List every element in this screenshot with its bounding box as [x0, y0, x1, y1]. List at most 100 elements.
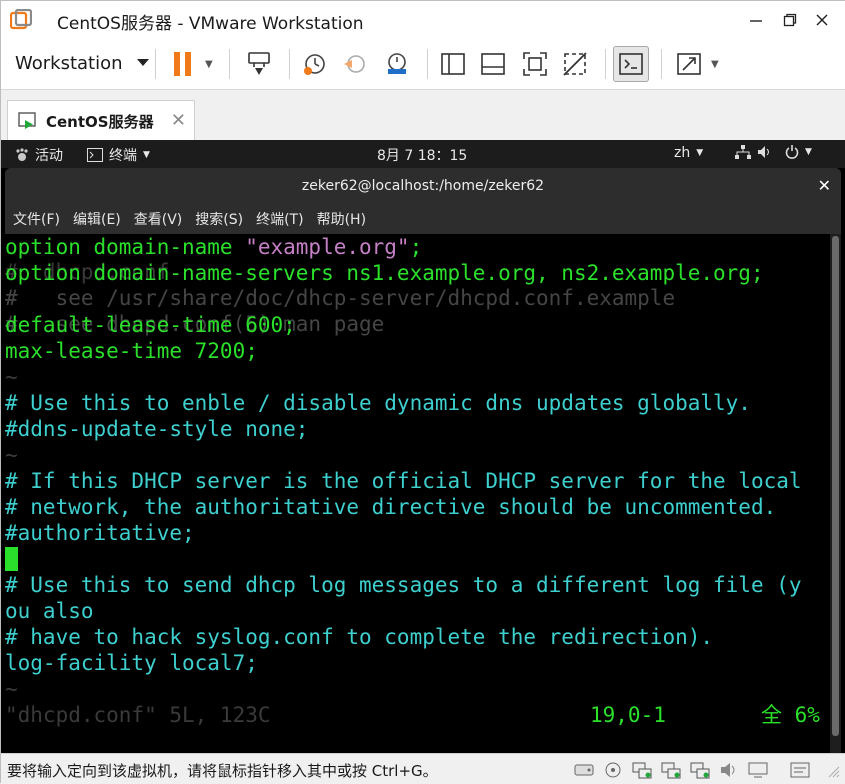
code-line: max-lease-time 7200; [5, 339, 258, 363]
usb-device-icon[interactable] [689, 761, 711, 779]
activities-label: 活动 [35, 148, 63, 164]
window-title: CentOS服务器 - VMware Workstation [57, 14, 364, 34]
menu-view[interactable]: 查看(V) [134, 209, 183, 229]
unity-button[interactable] [557, 46, 593, 82]
pause-button[interactable] [165, 46, 201, 82]
code-text: ; [409, 235, 423, 259]
comment-line: # have to hack syslog.conf to complete t… [5, 625, 714, 649]
chevron-down-icon: ▼ [805, 147, 812, 157]
toolbar-divider [605, 49, 606, 79]
cd-drive-icon[interactable] [602, 761, 624, 779]
maximize-button[interactable] [777, 7, 803, 33]
pause-icon [174, 52, 191, 76]
console-view-button[interactable] [613, 46, 649, 82]
activities-button[interactable]: 活动 [15, 145, 63, 165]
vmware-logo-icon [10, 9, 32, 30]
comment-line: # network, the authoritative directive s… [5, 495, 777, 519]
code-string: "example.org" [245, 235, 410, 259]
close-icon[interactable]: ✕ [818, 168, 831, 204]
terminal-icon [619, 53, 643, 75]
message-icon[interactable] [789, 761, 811, 779]
language-label: zh [674, 145, 691, 161]
vm-running-icon [18, 112, 36, 129]
guest-display[interactable]: 活动 终端 ▼ 8月 7 18：15 zh ▼ ▼ zeker62@localh… [1, 140, 845, 753]
volume-icon [758, 146, 769, 158]
workstation-menu-label: Workstation [15, 52, 123, 74]
menu-edit[interactable]: 编辑(E) [73, 209, 121, 229]
menu-file[interactable]: 文件(F) [13, 209, 60, 229]
chevron-down-icon: ▼ [143, 150, 150, 160]
power-icon [785, 145, 799, 159]
empty-line-marker: ~ [5, 677, 18, 701]
chevron-down-icon: ▼ [696, 148, 704, 158]
comment-line: # If this DHCP server is the official DH… [5, 469, 802, 493]
toolbar-divider [427, 49, 428, 79]
network-adapter-icon[interactable] [660, 761, 682, 779]
chevron-down-icon[interactable]: ▼ [711, 59, 719, 70]
terminal-titlebar: zeker62@localhost:/home/zeker62 ✕ [5, 168, 841, 204]
network-adapter-icon[interactable] [631, 761, 653, 779]
show-thumbnail-button[interactable] [475, 46, 511, 82]
terminal-window: zeker62@localhost:/home/zeker62 ✕ 文件(F) … [5, 168, 841, 753]
empty-line-marker: ~ [5, 443, 18, 467]
scrollbar-thumb[interactable] [832, 236, 839, 736]
unity-disabled-icon [563, 52, 587, 76]
full-screen-button[interactable] [517, 46, 553, 82]
code-line: option domain-name-servers ns1.example.o… [5, 261, 764, 285]
stretch-guest-button[interactable] [671, 46, 707, 82]
close-icon [816, 14, 828, 26]
text-cursor [5, 547, 18, 571]
system-menu[interactable]: ▼ [735, 145, 812, 159]
snapshot-button[interactable] [297, 46, 333, 82]
comment-line: # Use this to enble / disable dynamic dn… [5, 391, 751, 415]
menu-search[interactable]: 搜索(S) [195, 209, 243, 229]
comment-line: ou also [5, 599, 94, 623]
terminal-scrollbar[interactable] [830, 234, 841, 753]
chevron-down-icon[interactable]: ▼ [205, 59, 213, 70]
send-ctrl-alt-del-button[interactable] [241, 46, 277, 82]
clock[interactable]: 8月 7 18：15 [377, 145, 467, 165]
tab-label: CentOS服务器 [46, 112, 154, 131]
workstation-menu[interactable]: Workstation [7, 47, 157, 79]
restore-icon [783, 13, 797, 27]
code-line: log-facility local7; [5, 651, 258, 675]
minimize-icon [750, 20, 762, 22]
close-button[interactable] [809, 7, 835, 33]
chevron-down-icon [136, 59, 149, 66]
toolbar-divider [155, 49, 156, 79]
show-library-button[interactable] [435, 46, 471, 82]
app-menu[interactable]: 终端 ▼ [87, 145, 150, 165]
revert-icon [344, 55, 365, 73]
vim-status-file: "dhcpd.conf" 5L, 123C [5, 703, 271, 727]
tab-centos[interactable]: CentOS服务器 ✕ [7, 100, 195, 141]
status-hint: 要将输入定向到该虚拟机，请将鼠标指针移入其中或按 Ctrl+G。 [7, 762, 438, 780]
toolbar-divider [289, 49, 290, 79]
empty-line-marker: ~ [5, 365, 18, 389]
close-tab-icon[interactable]: ✕ [171, 110, 186, 131]
toolbar-divider [661, 49, 662, 79]
menu-help[interactable]: 帮助(H) [317, 209, 366, 229]
title-bar: CentOS服务器 - VMware Workstation [1, 1, 845, 39]
vim-status-position: 19,0-1 [590, 703, 666, 727]
snapshot-manager-button[interactable] [379, 46, 415, 82]
code-line: default-lease-time 600; [5, 313, 296, 337]
display-icon[interactable] [747, 761, 769, 779]
revert-snapshot-button[interactable] [337, 46, 373, 82]
vmware-window: CentOS服务器 - VMware Workstation Workstati… [0, 0, 845, 784]
thumbnail-bar-icon [481, 53, 505, 75]
terminal-content[interactable]: # dhcpd.conf # # see /usr/share/doc/dhcp… [5, 234, 830, 753]
code-line: option domain-name "example.org"; [5, 234, 422, 260]
minimize-button[interactable] [743, 7, 769, 33]
gnome-foot-icon [16, 148, 28, 161]
sound-card-icon[interactable] [718, 761, 740, 779]
resize-grip-icon[interactable] [821, 761, 843, 779]
menu-terminal[interactable]: 终端(T) [256, 209, 303, 229]
hard-disk-icon[interactable] [573, 761, 595, 779]
gnome-top-bar: 活动 终端 ▼ 8月 7 18：15 zh ▼ ▼ [1, 140, 845, 168]
input-method-menu[interactable]: zh ▼ [674, 145, 703, 161]
code-text: option domain-name [5, 235, 246, 259]
ghost-line: # see /usr/share/doc/dhcp-server/dhcpd.c… [5, 286, 676, 310]
comment-line: #authoritative; [5, 521, 195, 545]
terminal-title: zeker62@localhost:/home/zeker62 [301, 178, 545, 194]
sidebar-icon [441, 53, 465, 75]
